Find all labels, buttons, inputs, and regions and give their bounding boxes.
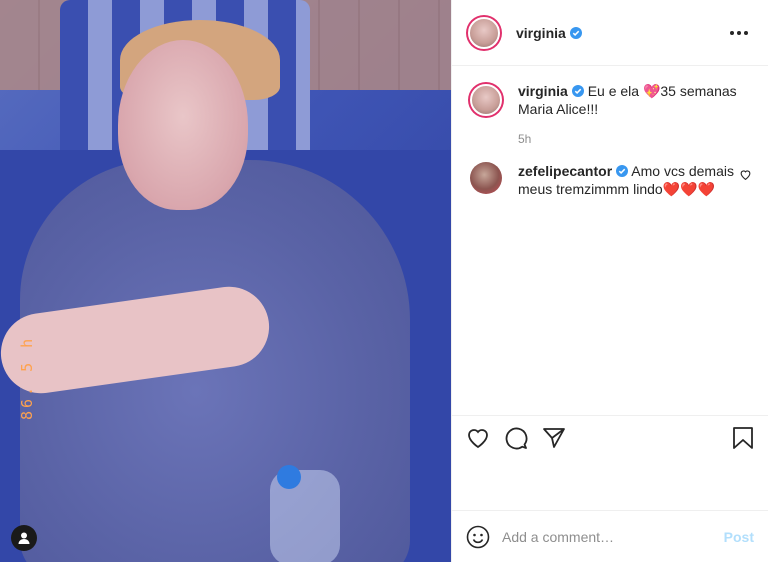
instagram-post: 86. 5 h virginia virginia Eu e ela 💖35 s… xyxy=(0,0,768,562)
share-icon[interactable] xyxy=(542,426,566,450)
comment-username[interactable]: zefelipecantor xyxy=(518,163,612,179)
post-photo[interactable]: 86. 5 h xyxy=(0,0,451,562)
bookmark-icon[interactable] xyxy=(732,426,754,450)
post-header: virginia xyxy=(452,0,768,66)
more-options-button[interactable] xyxy=(724,25,754,41)
post-comment-button[interactable]: Post xyxy=(724,529,754,545)
verified-icon xyxy=(616,165,629,177)
more-icon xyxy=(730,30,734,35)
header-username-text[interactable]: virginia xyxy=(516,25,566,41)
post-actions xyxy=(452,415,768,510)
caption-text-start: Eu e ela xyxy=(587,83,640,99)
user-icon xyxy=(18,532,30,544)
photo-person-head xyxy=(118,40,248,210)
caption-username[interactable]: virginia xyxy=(518,83,568,99)
comment-icon[interactable] xyxy=(504,426,528,450)
red-heart-emoji: ❤️❤️❤️ xyxy=(662,181,715,197)
caption-row: virginia Eu e ela 💖35 semanas Maria Alic… xyxy=(468,82,752,146)
caption-text: virginia Eu e ela 💖35 semanas Maria Alic… xyxy=(518,82,752,118)
comments-section: virginia Eu e ela 💖35 semanas Maria Alic… xyxy=(452,66,768,415)
photo-date-stamp: 86. 5 h xyxy=(18,335,36,420)
like-comment-heart-icon[interactable] xyxy=(739,168,752,181)
caption-body: virginia Eu e ela 💖35 semanas Maria Alic… xyxy=(518,82,752,146)
emoji-icon[interactable] xyxy=(466,525,490,549)
comment-row: zefelipecantor Amo vcs demais meus tremz… xyxy=(468,162,752,198)
verified-icon xyxy=(571,85,584,97)
comment-input[interactable] xyxy=(502,528,724,545)
caption-timestamp[interactable]: 5h xyxy=(518,132,752,146)
add-comment-bar: Post xyxy=(452,510,768,562)
photo-bottle-cap xyxy=(277,465,301,489)
sparkling-heart-emoji: 💖 xyxy=(642,83,661,99)
verified-icon xyxy=(569,26,582,39)
avatar[interactable] xyxy=(470,162,502,194)
heart-icon[interactable] xyxy=(466,426,490,450)
more-icon-dot xyxy=(744,30,748,35)
tagged-users-button[interactable] xyxy=(11,525,37,551)
header-username[interactable]: virginia xyxy=(516,25,582,41)
post-sidebar: virginia virginia Eu e ela 💖35 semanas M… xyxy=(451,0,768,562)
avatar[interactable] xyxy=(468,82,504,118)
comment-text: zefelipecantor Amo vcs demais meus tremz… xyxy=(518,162,739,198)
more-icon-dot xyxy=(737,30,741,35)
avatar[interactable] xyxy=(466,14,502,51)
